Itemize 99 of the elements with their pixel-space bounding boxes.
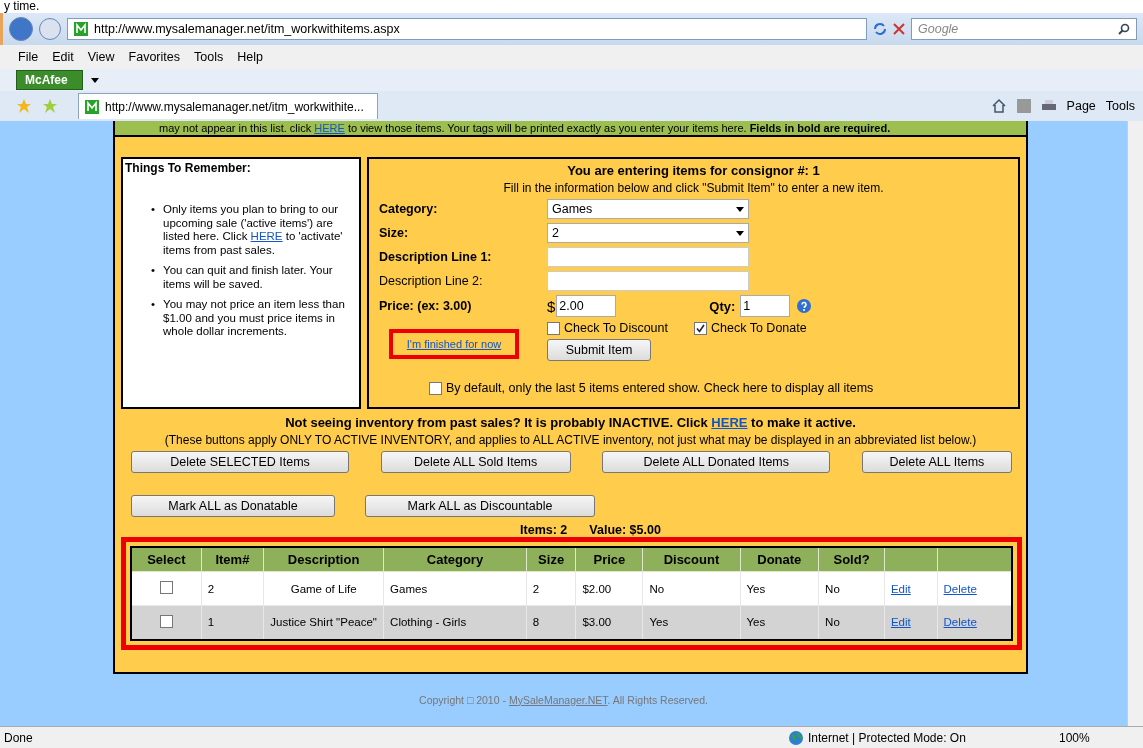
address-bar[interactable]: http://www.mysalemanager.net/itm_workwithitems.aspx [67, 18, 867, 40]
table-cell: No [818, 571, 885, 606]
column-header: Sold? [818, 547, 885, 572]
checkbox[interactable] [547, 321, 560, 335]
toolbar-menu[interactable]: Tools [1105, 99, 1135, 113]
menu-item[interactable]: File [18, 50, 39, 64]
field-label: Description Line 1: [379, 250, 493, 264]
delete-button[interactable]: Delete ALL Donated Items [602, 451, 831, 473]
copyright-text: Copyright □ 2010 - MySaleManager.NET. All Rights Reserved. [419, 693, 708, 706]
status-text: Done [4, 730, 34, 745]
checkbox-label: Check To Donate [711, 321, 807, 335]
table-cell: Yes [740, 571, 819, 606]
table-cell: No [642, 571, 740, 606]
globe-icon [789, 730, 803, 745]
notice-text: may not appear in this list. click HERE to view those items. Your tags will be printed exactly as you enter your items here. Fields in bold are required. [115, 121, 1026, 137]
price-field[interactable]: 2.00 [556, 295, 617, 317]
column-header: Donate [740, 547, 819, 572]
mark-button[interactable]: Mark ALL as Donatable [131, 495, 335, 517]
reminder-text: You can quit and finish later. Your items will be saved. [163, 264, 334, 291]
search-field[interactable]: Google [911, 18, 1137, 40]
home-icon[interactable] [990, 98, 1007, 114]
table-cell: 2 [526, 571, 576, 606]
dropdown-caret-icon[interactable] [736, 206, 744, 212]
currency-sign: $ [547, 297, 556, 315]
column-header: Description [263, 547, 384, 572]
bullet: • [151, 298, 156, 312]
items-count: Items: 2 [520, 523, 568, 537]
input-field[interactable] [547, 247, 749, 267]
printer-icon[interactable] [1040, 99, 1057, 113]
reminders-title: Things To Remember: [125, 161, 252, 175]
cut-off-text: y time. [3, 0, 41, 13]
checkbox[interactable] [694, 321, 707, 335]
column-header: Price [575, 547, 643, 572]
column-header: Select [131, 547, 202, 572]
mark-button[interactable]: Mark ALL as Discountable [365, 495, 595, 517]
field-label: Description Line 2: [379, 274, 484, 288]
edit-link[interactable]: Edit [890, 582, 911, 595]
items-value: Value: $5.00 [589, 523, 661, 537]
menu-item[interactable]: View [87, 50, 115, 64]
checkbox[interactable] [429, 381, 442, 395]
forward-button[interactable] [39, 18, 61, 40]
form-heading: You are entering items for consignor #: 1 [567, 163, 820, 178]
table-cell: 2 [201, 571, 264, 606]
dropdown-field[interactable]: Games [547, 199, 749, 219]
bullet: • [151, 203, 156, 217]
toolbar-menu[interactable]: Page [1066, 99, 1096, 113]
table-cell: Games [383, 571, 527, 606]
search-icon[interactable] [1118, 23, 1130, 35]
checkbox-label: Check To Discount [564, 321, 668, 335]
dropdown-field[interactable]: 2 [547, 223, 749, 243]
checkbox[interactable] [159, 581, 173, 594]
delete-link[interactable]: Delete [943, 616, 977, 629]
site-logo-icon [85, 99, 99, 114]
finished-link[interactable]: I'm finished for now [406, 338, 502, 350]
zoom-control[interactable]: 100% [1059, 730, 1139, 745]
qty-field[interactable]: 1 [740, 295, 791, 317]
column-header: Category [383, 547, 527, 572]
back-button[interactable] [9, 17, 33, 41]
field-label: Category: [379, 202, 439, 216]
menu-item[interactable]: Help [237, 50, 263, 64]
field-label: Size: [379, 226, 410, 240]
edit-link[interactable]: Edit [890, 616, 911, 629]
refresh-icon[interactable] [873, 22, 887, 36]
here-link[interactable]: HERE [250, 230, 283, 242]
help-icon[interactable] [797, 299, 812, 313]
menu-item[interactable]: Edit [52, 50, 74, 64]
delete-button[interactable]: Delete ALL Sold Items [380, 451, 571, 473]
checkbox-label: By default, only the last 5 items entered show. Check here to display all items [446, 381, 874, 395]
menu-item[interactable]: Favorites [128, 50, 180, 64]
column-header: Item# [201, 547, 264, 572]
bullet: • [151, 264, 156, 278]
zone-text: Internet | Protected Mode: On [808, 730, 966, 745]
input-field[interactable] [547, 271, 749, 291]
column-header: Size [526, 547, 576, 572]
checkbox[interactable] [159, 614, 173, 628]
column-header: Discount [642, 547, 740, 572]
reminder-text: You may not price an item less than $1.00 and you must price items in whole dollar increments. [163, 298, 346, 339]
site-logo-icon [74, 22, 88, 36]
add-star-icon[interactable] [42, 98, 58, 114]
close-icon[interactable] [893, 23, 905, 35]
menu-item[interactable]: Tools [194, 50, 224, 64]
here-link[interactable]: HERE [711, 415, 748, 430]
delete-button[interactable]: Delete ALL Items [861, 451, 1012, 473]
qty-label: Qty: [709, 298, 736, 314]
toolbar-brand-button[interactable]: McAfee [16, 70, 83, 90]
table-cell: $2.00 [575, 571, 643, 606]
star-icon[interactable] [16, 98, 32, 114]
delete-link[interactable]: Delete [943, 582, 977, 595]
form-instructions: Fill in the information below and click "Submit Item" to enter a new item. [503, 181, 884, 195]
table-cell: Game of Life [263, 571, 384, 606]
submit-button[interactable]: Submit Item [547, 339, 651, 361]
dropdown-caret-icon[interactable] [90, 77, 99, 83]
browser-tab[interactable]: http://www.mysalemanager.net/itm_workwithite... [78, 93, 378, 119]
field-label: Price: (ex: 3.00) [379, 299, 473, 313]
dropdown-caret-icon[interactable] [736, 230, 744, 236]
buttons-note: (These buttons apply ONLY TO ACTIVE INVENTORY, and applies to ALL ACTIVE inventory, not just what may be displayed in an abbreviated list below.) [163, 433, 978, 447]
inactive-notice: Not seeing inventory from past sales? It is probably INACTIVE. Click HERE to make it active. [284, 415, 857, 430]
reminder-text: Only items you plan to bring to our upcoming sale ('active items') are listed here. Click HERE to 'activate' items from past sales. [163, 203, 344, 257]
delete-button[interactable]: Delete SELECTED Items [131, 451, 349, 473]
